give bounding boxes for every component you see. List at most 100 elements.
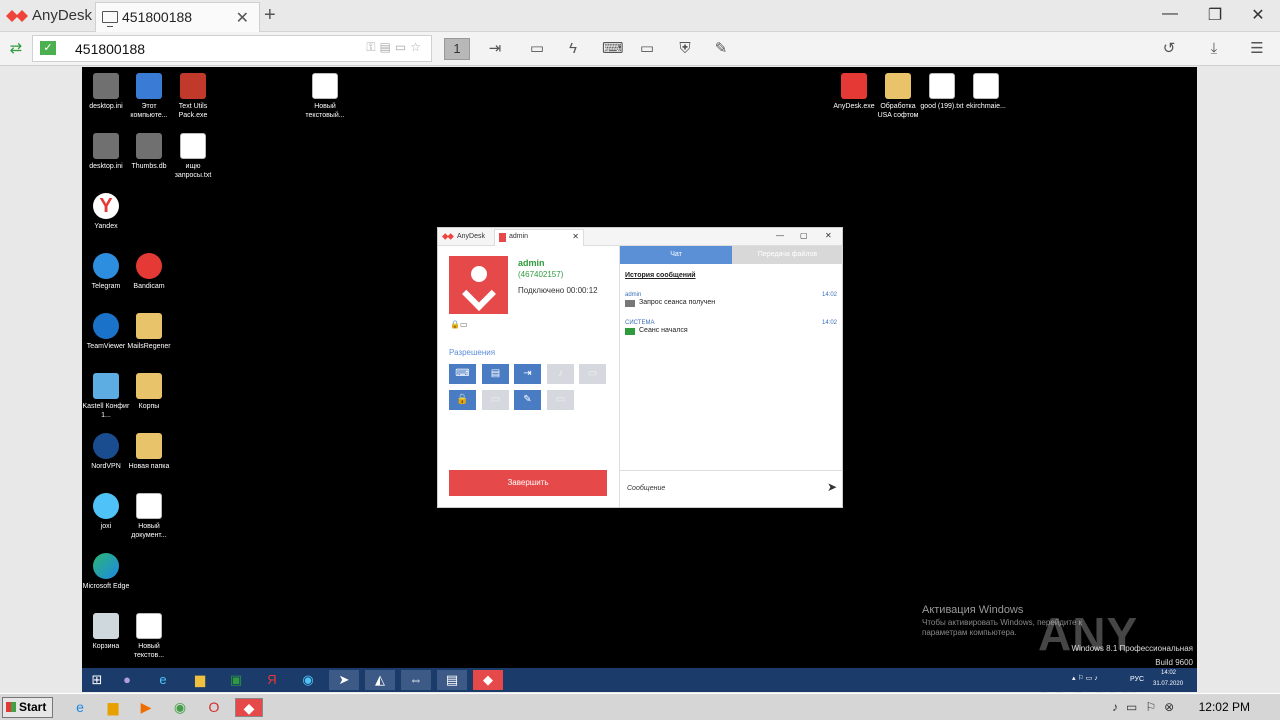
session-icon — [499, 233, 506, 242]
desktop-icon[interactable]: desktop.ini — [82, 133, 130, 171]
session-started-icon — [625, 328, 635, 335]
windows-start-icon[interactable]: ⊞ — [82, 670, 112, 690]
actions-icon[interactable]: ϟ — [564, 40, 582, 58]
app-name: AnyDesk — [32, 7, 93, 24]
connection-status-icon[interactable]: ⇄ — [7, 40, 25, 58]
rdp-icon[interactable]: ▤ — [437, 670, 467, 690]
permissions-shield-icon[interactable]: ⛨ — [676, 40, 694, 58]
ie-icon[interactable]: e — [69, 698, 91, 717]
message-input-area[interactable]: Сообщение ➤ — [620, 470, 843, 507]
desktop-icon[interactable]: NordVPN — [82, 433, 130, 471]
desktop-icon[interactable]: desktop.ini — [82, 73, 130, 111]
telegram-icon — [93, 253, 119, 279]
message-input[interactable]: Сообщение — [627, 485, 665, 492]
desktop-icon[interactable]: Telegram — [82, 253, 130, 291]
desktop-icon[interactable]: Bandicam — [125, 253, 173, 291]
close-icon[interactable]: ✕ — [572, 232, 579, 241]
desktop-icon[interactable]: TeamViewer — [82, 313, 130, 351]
anydesk-icon[interactable]: ◆ — [473, 670, 503, 690]
desktop-icon[interactable]: Корзина — [82, 613, 130, 651]
history-icon[interactable]: ↺ — [1160, 40, 1178, 58]
close-window-button[interactable]: ✕ — [825, 231, 832, 240]
desktop-icon[interactable]: Новый текстовый... — [301, 73, 349, 120]
address-input[interactable]: 451800188 — [75, 41, 145, 57]
alice-icon[interactable]: ● — [112, 670, 142, 690]
desktop-icon[interactable]: Новый текстов... — [125, 613, 173, 660]
message-text: Запрос сеанса получен — [639, 299, 716, 306]
clipboard-permission-button[interactable]: ▤ — [482, 364, 509, 384]
desktop-icon[interactable]: ekirchmaie... — [962, 73, 1010, 111]
start-button[interactable]: Start — [2, 697, 53, 718]
message-sender: СИСТЕМА — [625, 320, 655, 326]
media-player-icon[interactable]: ▶ — [135, 698, 157, 717]
screen-permission-button[interactable]: ▭ — [547, 390, 574, 410]
opera-icon[interactable]: O — [203, 698, 225, 717]
chat-icon[interactable]: ▭ — [528, 40, 546, 58]
desktop-icon[interactable]: ищю запросы.txt — [169, 133, 217, 180]
folder-icon — [136, 433, 162, 459]
desktop-icon[interactable]: Новый документ... — [125, 493, 173, 540]
desktop-icon[interactable]: Kastell Конфиг 1... — [82, 373, 130, 420]
telegram-icon[interactable]: ➤ — [329, 670, 359, 690]
tab-file-transfer[interactable]: Передача файлов — [732, 246, 843, 264]
switch-sides-icon[interactable]: ⇥ — [486, 40, 504, 58]
minimize-button[interactable]: — — [776, 231, 784, 240]
send-icon[interactable]: ➤ — [827, 480, 837, 494]
ie-icon[interactable]: e — [148, 670, 178, 690]
nordvpn-icon[interactable]: ◭ — [365, 670, 395, 690]
maximize-button[interactable]: ❐ — [1205, 5, 1225, 25]
inner-titlebar: AnyDesk admin ✕ — ▢ ✕ — [438, 228, 842, 246]
yandex-browser-icon[interactable]: Я — [257, 670, 287, 690]
desktop-icon[interactable]: Корпы — [125, 373, 173, 411]
lock-permission-button[interactable]: 🔒 — [449, 390, 476, 410]
menu-icon[interactable]: ☰ — [1248, 40, 1266, 58]
desktop-icon[interactable]: Y Yandex — [82, 193, 130, 231]
inner-tab[interactable]: admin ✕ — [494, 229, 584, 246]
desktop-icon[interactable]: Этот компьюте... — [125, 73, 173, 120]
anydesk-logo-icon — [6, 10, 28, 22]
local-clock: 12:02 PM — [1198, 700, 1250, 714]
tray-icons[interactable]: ▴ ⚐ ▭ ♪ — [1072, 674, 1098, 682]
system-tray-icons[interactable]: ♪▭⚐⊗ — [1112, 700, 1182, 714]
language-indicator[interactable]: РУС — [1130, 676, 1144, 683]
explorer-icon[interactable]: ▆ — [102, 698, 124, 717]
desktop-icon[interactable]: Новая папка — [125, 433, 173, 471]
end-session-button[interactable]: Завершить — [449, 470, 607, 496]
anydesk-taskbar-button[interactable]: ◆ — [235, 698, 263, 717]
desktop-icon[interactable]: Thumbs.db — [125, 133, 173, 171]
chrome-icon[interactable]: ◉ — [169, 698, 191, 717]
address-status-icons: ⚿▤▭☆ — [366, 40, 425, 54]
audio-permission-button[interactable]: ♪ — [547, 364, 574, 384]
desktop-icon[interactable]: MailsRegener — [125, 313, 173, 351]
tab-chat[interactable]: Чат — [620, 246, 732, 264]
close-icon[interactable]: ✕ — [236, 8, 249, 28]
store-icon[interactable]: ▣ — [221, 670, 251, 690]
desktop-icon[interactable]: Text Utils Pack.exe — [169, 73, 217, 120]
desktop-icon[interactable]: AnyDesk.exe — [830, 73, 878, 111]
new-tab-button[interactable]: + — [264, 4, 276, 27]
display-icon[interactable]: ▭ — [638, 40, 656, 58]
session-tab[interactable]: 451800188 ✕ — [95, 2, 260, 32]
keyboard-mouse-permission-button[interactable]: ⌨ — [449, 364, 476, 384]
monitor-select-button[interactable]: 1 — [444, 38, 470, 60]
teamviewer-icon[interactable]: ⇔ — [401, 670, 431, 690]
address-bar[interactable]: ✓ 451800188 ⚿▤▭☆ — [32, 35, 432, 62]
desktop-icon[interactable]: joxi — [82, 493, 130, 531]
desktop-icon[interactable]: Обработка USA софтом — [874, 73, 922, 120]
explorer-icon[interactable]: ▆ — [185, 670, 215, 690]
privacy-permission-button[interactable]: ▭ — [482, 390, 509, 410]
control-permission-button[interactable]: ▭ — [579, 364, 606, 384]
remote-desktop-view[interactable]: desktop.ini Этот компьюте... Text Utils … — [82, 67, 1197, 714]
draw-permission-button[interactable]: ✎ — [514, 390, 541, 410]
close-window-button[interactable]: ✕ — [1248, 5, 1268, 25]
desktop-icon[interactable]: Microsoft Edge — [82, 553, 130, 591]
windows-flag-icon — [6, 702, 16, 712]
edge-icon[interactable]: ◉ — [293, 670, 323, 690]
whiteboard-pen-icon[interactable]: ✎ — [712, 40, 730, 58]
maximize-button[interactable]: ▢ — [800, 231, 808, 240]
minimize-button[interactable]: — — [1160, 5, 1180, 23]
file-manager-permission-button[interactable]: ⇥ — [514, 364, 541, 384]
desktop-icon[interactable]: good (199).txt — [918, 73, 966, 111]
keyboard-icon[interactable]: ⌨ — [602, 40, 624, 58]
download-icon[interactable]: ⤓ — [1205, 40, 1223, 58]
